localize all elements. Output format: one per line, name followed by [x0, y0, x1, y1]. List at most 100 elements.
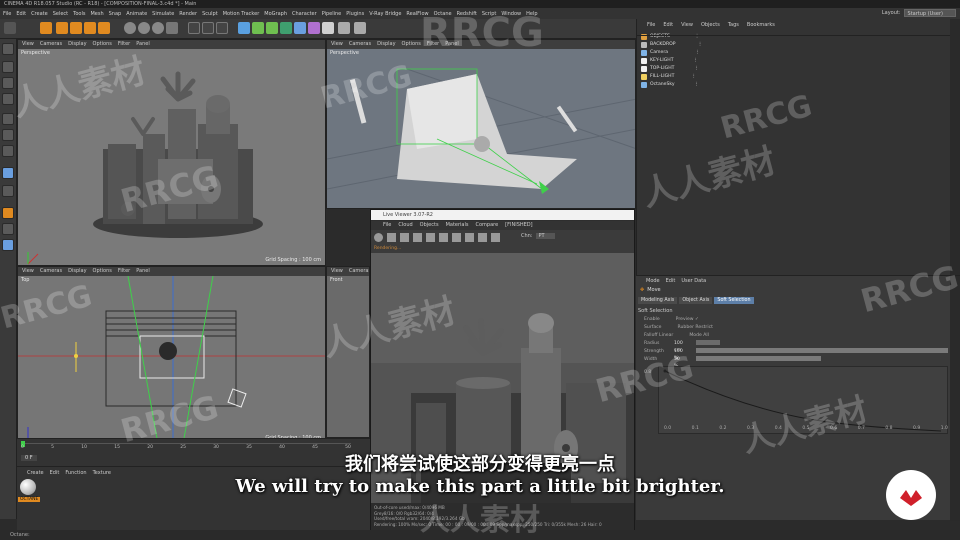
menu-item[interactable]: User Data — [681, 278, 706, 284]
stop-icon[interactable] — [413, 233, 422, 242]
menu-item[interactable]: Snap — [109, 11, 122, 17]
menu-item[interactable]: Options — [402, 40, 421, 49]
menu-item[interactable]: File — [3, 11, 11, 17]
viewport-front[interactable]: ViewCamerasDisplayOptionsFilterPanel Fro… — [326, 266, 370, 438]
visibility-dots-icon[interactable]: ⋮ — [691, 73, 696, 81]
menu-item[interactable]: Display — [377, 40, 395, 49]
visibility-dots-icon[interactable]: ⋮ — [695, 49, 700, 57]
subdivision-icon[interactable] — [266, 22, 278, 34]
gear-icon[interactable] — [374, 233, 383, 242]
menu-item[interactable]: View — [22, 40, 34, 49]
viewport-perspective-left[interactable]: View Cameras Display Options Filter Panel Per… — [17, 39, 326, 266]
render-view-icon[interactable] — [188, 22, 200, 34]
layout-dropdown[interactable]: Startup (User) — [903, 9, 956, 17]
menu-item[interactable]: Mode — [646, 278, 660, 284]
attribute-extra[interactable]: Mode All — [689, 333, 709, 338]
live-selection-icon[interactable] — [40, 22, 52, 34]
menu-item[interactable]: Objects — [701, 22, 720, 31]
tweak-mode-icon[interactable] — [2, 185, 14, 197]
solo-icon[interactable] — [2, 239, 14, 251]
axis-mode-icon[interactable] — [2, 167, 14, 179]
menu-item[interactable]: Edit — [16, 11, 26, 17]
visibility-dots-icon[interactable]: ⋮ — [693, 57, 698, 65]
menu-item[interactable]: Compare — [475, 221, 498, 230]
octane-icon[interactable] — [354, 22, 366, 34]
menu-item[interactable]: Character — [292, 11, 317, 17]
layout-selector[interactable]: Layout: Startup (User) — [882, 9, 956, 17]
menu-item[interactable]: Display — [68, 267, 86, 276]
y-axis-icon[interactable] — [138, 22, 150, 34]
lock-icon[interactable] — [439, 233, 448, 242]
menu-item[interactable]: Tags — [728, 22, 739, 31]
points-mode-icon[interactable] — [2, 113, 14, 125]
rotate-icon[interactable] — [84, 22, 96, 34]
object-row[interactable]: TOP-LIGHT ⋮ — [641, 65, 699, 73]
menu-item[interactable]: Bookmarks — [747, 22, 775, 31]
attribute-extra[interactable]: Preview ✓ — [676, 317, 699, 322]
menu-item[interactable]: Script — [482, 11, 497, 17]
menu-item[interactable]: Filter — [118, 40, 130, 49]
send-scene-icon[interactable] — [426, 233, 435, 242]
viewport-top[interactable]: View Cameras Display Options Filter Panel Top… — [17, 266, 326, 444]
texture-mode-icon[interactable] — [2, 77, 14, 89]
menu-item[interactable]: View — [22, 267, 34, 276]
menu-item[interactable]: Edit — [663, 22, 673, 31]
refresh-icon[interactable] — [387, 233, 396, 242]
menu-item[interactable]: Simulate — [152, 11, 174, 17]
visibility-dots-icon[interactable]: ⋮ — [694, 65, 699, 73]
menu-item[interactable]: Sculpt — [202, 11, 218, 17]
menu-item[interactable]: Materials — [446, 221, 469, 230]
menu-item[interactable]: Panel — [445, 40, 459, 49]
menu-item[interactable]: Filter — [118, 267, 130, 276]
menu-item[interactable]: Panel — [136, 40, 150, 49]
pen-icon[interactable] — [252, 22, 264, 34]
floor-icon[interactable] — [308, 22, 320, 34]
menu-item[interactable]: Cameras — [349, 40, 371, 49]
radius-slider[interactable] — [696, 340, 720, 345]
lock-workplane-icon[interactable] — [2, 223, 14, 235]
coordinate-system-icon[interactable] — [166, 22, 178, 34]
render-picture-viewer-icon[interactable] — [202, 22, 214, 34]
make-editable-icon[interactable] — [2, 43, 14, 55]
menu-item[interactable]: Cameras — [40, 40, 62, 49]
move-icon[interactable] — [56, 22, 68, 34]
polygons-mode-icon[interactable] — [2, 145, 14, 157]
workplane-icon[interactable] — [2, 93, 14, 105]
visibility-dots-icon[interactable]: ⋮ — [694, 81, 699, 89]
object-row[interactable]: FILL-LIGHT ⋮ — [641, 73, 696, 81]
attribute-tab[interactable]: Modeling Axis — [638, 297, 678, 304]
menu-item[interactable]: View — [681, 22, 693, 31]
object-row[interactable]: Camera ⋮ — [641, 49, 700, 57]
menu-item[interactable]: MoGraph — [264, 11, 287, 17]
menu-item[interactable]: File — [647, 22, 655, 31]
attribute-tab[interactable]: Soft Selection — [714, 297, 754, 304]
side-tabs[interactable] — [950, 19, 960, 279]
menu-item[interactable]: Select — [53, 11, 68, 17]
menu-item[interactable]: Tools — [73, 11, 85, 17]
width-slider[interactable] — [696, 356, 821, 361]
menu-item[interactable]: Display — [68, 40, 86, 49]
menu-item[interactable]: V-Ray Bridge — [369, 11, 401, 17]
menu-item[interactable]: Motion Tracker — [223, 11, 260, 17]
menu-item[interactable]: RealFlow — [406, 11, 428, 17]
strength-slider[interactable] — [696, 348, 948, 353]
channel-dropdown[interactable]: PT — [535, 233, 555, 239]
camera-icon[interactable] — [322, 22, 334, 34]
region-icon[interactable] — [465, 233, 474, 242]
light-icon[interactable] — [338, 22, 350, 34]
scale-icon[interactable] — [70, 22, 82, 34]
recent-tools-icon[interactable] — [98, 22, 110, 34]
menu-item[interactable]: Options — [93, 267, 112, 276]
menu-item[interactable]: Panel — [136, 267, 150, 276]
menu-item[interactable]: Animate — [126, 11, 147, 17]
menu-item[interactable]: Filter — [427, 40, 439, 49]
object-row[interactable]: OctaneSky ⋮ — [641, 81, 699, 89]
menu-item[interactable]: Objects — [420, 221, 439, 230]
cube-icon[interactable] — [238, 22, 250, 34]
menu-item[interactable]: Window — [501, 11, 521, 17]
pause-icon[interactable] — [400, 233, 409, 242]
menu-item[interactable]: Cloud — [398, 221, 412, 230]
attribute-tab[interactable]: Object Axis — [679, 297, 713, 304]
attribute-extra[interactable]: Rubber Restrict — [678, 325, 713, 330]
deformer-icon[interactable] — [294, 22, 306, 34]
